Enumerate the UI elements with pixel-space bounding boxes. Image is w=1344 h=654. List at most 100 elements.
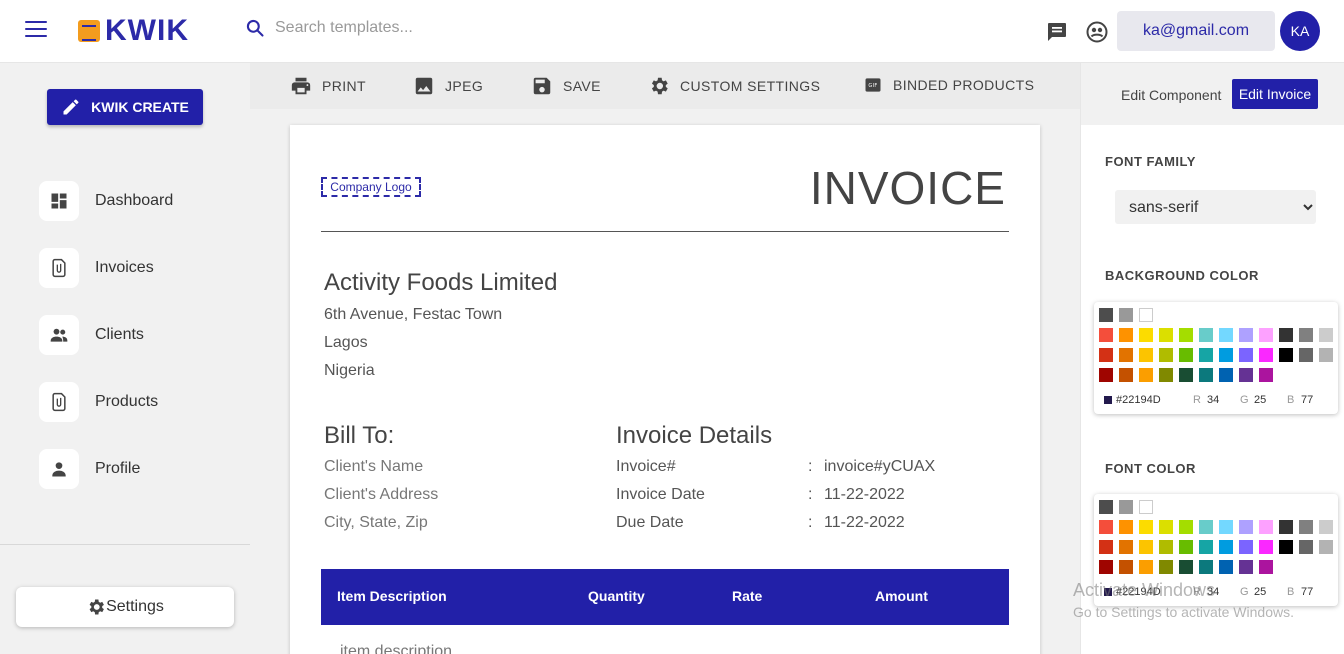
b-channel-value[interactable]: 77 xyxy=(1301,586,1313,598)
color-swatch[interactable] xyxy=(1099,348,1113,362)
color-swatch[interactable] xyxy=(1099,328,1113,342)
sidebar-item-dashboard[interactable]: Dashboard xyxy=(39,181,173,221)
jpeg-button[interactable]: JPEG xyxy=(413,75,483,97)
color-swatch[interactable] xyxy=(1319,348,1333,362)
company-logo-placeholder[interactable]: Company Logo xyxy=(321,177,421,197)
color-swatch[interactable] xyxy=(1099,368,1113,382)
color-swatch[interactable] xyxy=(1159,560,1173,574)
bill-to-title[interactable]: Bill To: xyxy=(324,422,394,450)
color-swatch[interactable] xyxy=(1219,560,1233,574)
sidebar-item-invoices[interactable]: Invoices xyxy=(39,248,154,288)
color-swatch[interactable] xyxy=(1239,540,1253,554)
color-swatch[interactable] xyxy=(1219,368,1233,382)
invoice-title[interactable]: INVOICE xyxy=(810,161,1006,215)
color-swatch[interactable] xyxy=(1179,348,1193,362)
color-swatch[interactable] xyxy=(1219,328,1233,342)
color-swatch[interactable] xyxy=(1179,520,1193,534)
sidebar-item-products[interactable]: Products xyxy=(39,382,158,422)
color-swatch[interactable] xyxy=(1119,520,1133,534)
color-swatch[interactable] xyxy=(1119,368,1133,382)
color-swatch[interactable] xyxy=(1179,328,1193,342)
g-channel-value[interactable]: 25 xyxy=(1254,394,1266,406)
color-swatch[interactable] xyxy=(1319,540,1333,554)
color-swatch[interactable] xyxy=(1199,560,1213,574)
color-swatch[interactable] xyxy=(1219,540,1233,554)
color-swatch[interactable] xyxy=(1319,520,1333,534)
client-name[interactable]: Client's Name xyxy=(324,458,423,476)
company-country[interactable]: Nigeria xyxy=(324,362,375,380)
color-swatch[interactable] xyxy=(1179,368,1193,382)
invoice-details-title[interactable]: Invoice Details xyxy=(616,422,772,450)
avatar[interactable]: KA xyxy=(1280,11,1320,51)
color-swatch[interactable] xyxy=(1239,368,1253,382)
color-swatch[interactable] xyxy=(1219,348,1233,362)
settings-button[interactable]: Settings xyxy=(16,587,234,627)
color-swatch[interactable] xyxy=(1259,560,1273,574)
company-address[interactable]: 6th Avenue, Festac Town xyxy=(324,306,502,324)
color-swatch[interactable] xyxy=(1139,520,1153,534)
kwik-create-button[interactable]: KWIK CREATE xyxy=(47,89,203,125)
sidebar-item-clients[interactable]: Clients xyxy=(39,315,144,355)
support-icon[interactable] xyxy=(1085,20,1109,44)
hamburger-menu-icon[interactable] xyxy=(25,21,47,39)
color-swatch[interactable] xyxy=(1199,328,1213,342)
color-swatch[interactable] xyxy=(1119,540,1133,554)
r-channel-value[interactable]: 34 xyxy=(1207,394,1219,406)
chat-icon[interactable] xyxy=(1045,20,1069,44)
invoice-date-value[interactable]: 11-22-2022 xyxy=(824,486,905,504)
color-swatch[interactable] xyxy=(1099,500,1113,514)
color-swatch[interactable] xyxy=(1239,348,1253,362)
kwik-logo[interactable]: KWIK xyxy=(78,15,189,47)
color-swatch[interactable] xyxy=(1299,540,1313,554)
color-swatch[interactable] xyxy=(1279,348,1293,362)
invoice-number-value[interactable]: invoice#yCUAX xyxy=(824,458,935,476)
color-swatch[interactable] xyxy=(1199,540,1213,554)
color-swatch[interactable] xyxy=(1239,328,1253,342)
color-swatch[interactable] xyxy=(1219,520,1233,534)
user-email[interactable]: ka@gmail.com xyxy=(1117,11,1275,51)
color-swatch[interactable] xyxy=(1099,540,1113,554)
save-button[interactable]: SAVE xyxy=(531,75,601,97)
company-name[interactable]: Activity Foods Limited xyxy=(324,269,557,297)
due-date-label[interactable]: Due Date xyxy=(616,514,684,532)
color-swatch[interactable] xyxy=(1199,348,1213,362)
binded-products-button[interactable]: GIF BINDED PRODUCTS xyxy=(863,75,1034,95)
item-description-cell[interactable]: item description xyxy=(340,643,452,654)
g-channel-value[interactable]: 25 xyxy=(1254,586,1266,598)
color-swatch[interactable] xyxy=(1259,540,1273,554)
custom-settings-button[interactable]: CUSTOM SETTINGS xyxy=(648,75,820,97)
color-swatch[interactable] xyxy=(1239,560,1253,574)
color-swatch[interactable] xyxy=(1259,520,1273,534)
client-city[interactable]: City, State, Zip xyxy=(324,514,428,532)
color-swatch[interactable] xyxy=(1259,368,1273,382)
font-family-select[interactable]: sans-serif xyxy=(1115,190,1316,224)
color-swatch[interactable] xyxy=(1099,520,1113,534)
color-swatch[interactable] xyxy=(1159,540,1173,554)
color-swatch[interactable] xyxy=(1259,328,1273,342)
color-swatch[interactable] xyxy=(1119,308,1133,322)
color-swatch[interactable] xyxy=(1199,520,1213,534)
edit-component-tab[interactable]: Edit Component xyxy=(1121,87,1221,103)
color-swatch[interactable] xyxy=(1139,560,1153,574)
color-swatch[interactable] xyxy=(1139,500,1153,514)
color-swatch[interactable] xyxy=(1159,520,1173,534)
color-swatch[interactable] xyxy=(1139,328,1153,342)
color-swatch[interactable] xyxy=(1279,540,1293,554)
due-date-value[interactable]: 11-22-2022 xyxy=(824,514,905,532)
edit-invoice-tab[interactable]: Edit Invoice xyxy=(1232,79,1318,109)
b-channel-value[interactable]: 77 xyxy=(1301,394,1313,406)
color-swatch[interactable] xyxy=(1159,328,1173,342)
color-swatch[interactable] xyxy=(1099,560,1113,574)
color-swatch[interactable] xyxy=(1299,348,1313,362)
client-address[interactable]: Client's Address xyxy=(324,486,438,504)
color-swatch[interactable] xyxy=(1279,328,1293,342)
color-swatch[interactable] xyxy=(1239,520,1253,534)
hex-value[interactable]: #22194D xyxy=(1116,394,1161,406)
color-swatch[interactable] xyxy=(1179,540,1193,554)
color-swatch[interactable] xyxy=(1159,348,1173,362)
color-swatch[interactable] xyxy=(1179,560,1193,574)
sidebar-item-profile[interactable]: Profile xyxy=(39,449,140,489)
search-icon[interactable] xyxy=(245,18,265,38)
color-swatch[interactable] xyxy=(1299,520,1313,534)
color-swatch[interactable] xyxy=(1119,560,1133,574)
